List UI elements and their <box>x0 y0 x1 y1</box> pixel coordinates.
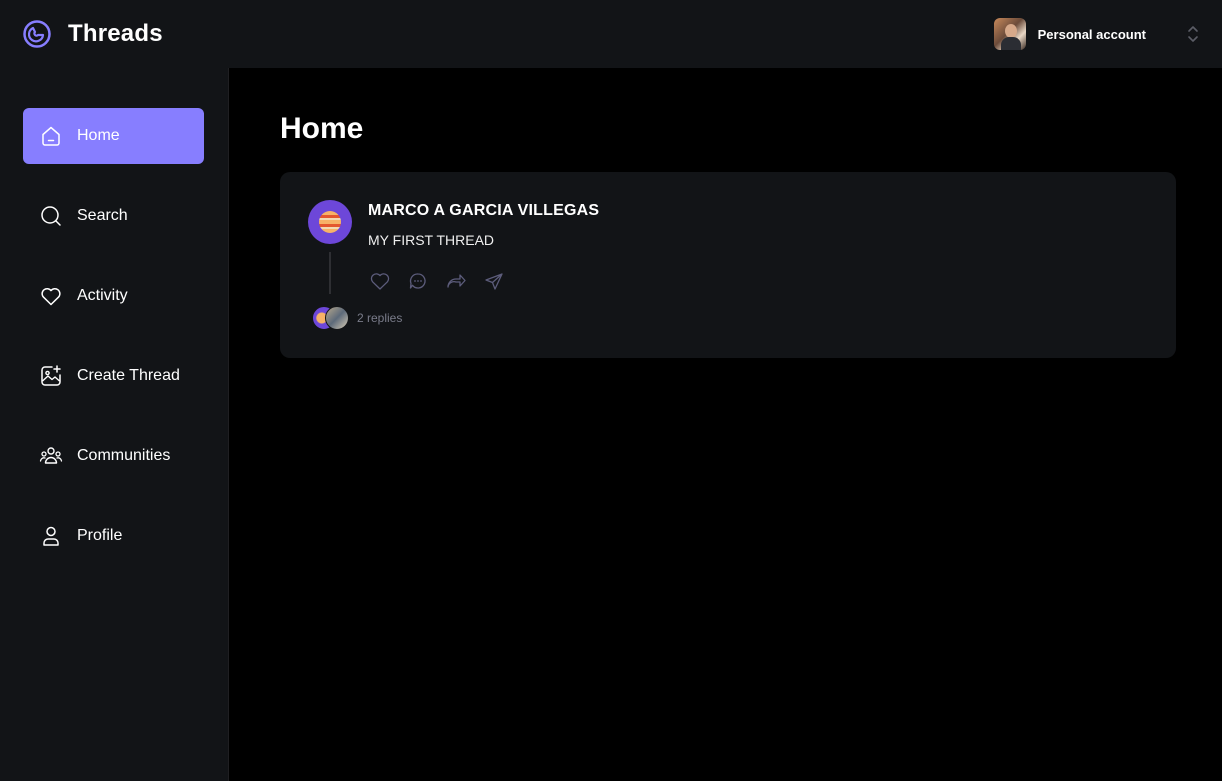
create-thread-icon <box>41 365 61 386</box>
reply-avatars <box>312 306 349 330</box>
page-title: Home <box>280 112 364 145</box>
sidebar-item-label: Communities <box>77 447 171 464</box>
threads-logo-icon <box>23 20 51 48</box>
thread-author-name[interactable]: MARCO A GARCIA VILLEGAS <box>368 202 599 220</box>
sidebar-item-communities[interactable]: Communities <box>23 428 204 484</box>
heart-icon <box>41 288 61 306</box>
account-label: Personal account <box>1037 26 1146 42</box>
thread-card[interactable]: MARCO A GARCIA VILLEGAS MY FIRST THREAD <box>280 172 1176 358</box>
search-icon <box>41 206 61 226</box>
sidebar-item-label: Activity <box>77 287 128 304</box>
sidebar-item-home[interactable]: Home <box>23 108 204 164</box>
main-content: Home MARCO A GARCIA VILLEGAS MY FIRST TH… <box>230 68 1222 781</box>
chevron-up-down-icon[interactable] <box>1186 24 1200 44</box>
account-switcher[interactable]: Personal account <box>993 18 1200 50</box>
author-avatar[interactable] <box>308 200 352 244</box>
thread-content: MY FIRST THREAD <box>368 232 495 248</box>
heart-icon[interactable] <box>368 271 392 291</box>
sidebar-item-label: Home <box>77 127 120 144</box>
replies-count[interactable]: 2 replies <box>357 311 402 325</box>
top-bar: Threads Personal account <box>0 0 1222 68</box>
sidebar-item-label: Search <box>77 207 128 224</box>
brand[interactable]: Threads <box>22 19 163 49</box>
thread-actions <box>368 271 506 291</box>
reply-avatar <box>325 306 349 330</box>
home-icon <box>42 126 60 146</box>
sidebar-item-activity[interactable]: Activity <box>23 268 204 324</box>
reply-icon[interactable] <box>406 271 430 291</box>
communities-icon <box>39 447 63 464</box>
sidebar-item-search[interactable]: Search <box>23 188 204 244</box>
thread-replies[interactable]: 2 replies <box>312 306 402 330</box>
sidebar-item-label: Profile <box>77 527 123 544</box>
thread-connector-line <box>329 252 331 294</box>
user-icon <box>43 526 59 546</box>
account-avatar <box>993 18 1026 50</box>
left-sidebar: Home Search Activity Create Thread Commu… <box>0 68 229 781</box>
sidebar-item-create-thread[interactable]: Create Thread <box>23 348 204 404</box>
repost-icon[interactable] <box>444 271 468 291</box>
sidebar-item-label: Create Thread <box>77 367 180 384</box>
brand-name: Threads <box>68 20 163 47</box>
share-icon[interactable] <box>482 271 506 291</box>
sidebar-item-profile[interactable]: Profile <box>23 508 204 564</box>
